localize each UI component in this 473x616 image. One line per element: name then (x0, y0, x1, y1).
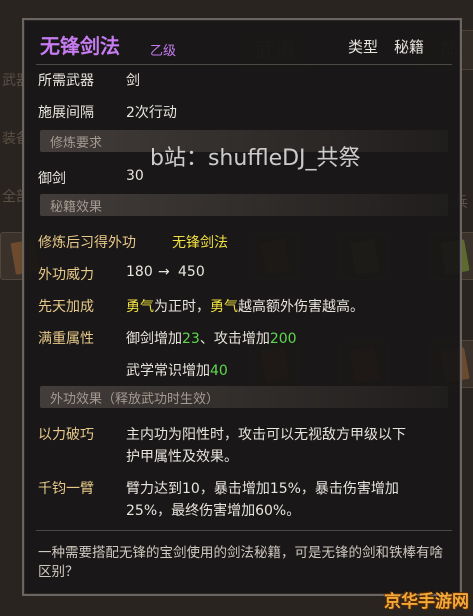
skill1-line-2: 护甲属性及效果。 (126, 449, 238, 465)
type-label: 类型 (348, 38, 379, 56)
req-key: 御剑 (38, 171, 66, 187)
skill-grade: 乙级 (150, 44, 177, 59)
skill1-line-1: 主内功为阳性时，攻击可以无视敌方甲级以下 (126, 427, 406, 443)
divider (36, 530, 452, 531)
cast-interval-key: 施展间隔 (38, 105, 94, 121)
skill-title: 无锋剑法 (40, 34, 120, 58)
tooltip-header: 无锋剑法 乙级 类型 秘籍 (36, 26, 452, 62)
full-line-1: 御剑增加23、攻击增加200 (126, 331, 297, 347)
skill-tooltip: 无锋剑法 乙级 类型 秘籍 所需武器 剑 施展间隔 2次行动 修炼要求 御剑 3… (22, 18, 462, 596)
skill2-key: 千钧一臂 (38, 481, 94, 497)
watermark-text: b站：shuffleDJ_共祭 (150, 146, 361, 171)
divider (36, 64, 452, 65)
innate-text: 勇气为正时，勇气越高额外伤害越高。 (126, 299, 364, 315)
skill2-line-1: 臂力达到10，暴击增加15%，暴击伤害增加 (126, 481, 399, 497)
full-key: 满重属性 (38, 331, 94, 347)
innate-key: 先天加成 (38, 299, 94, 315)
skill1-key: 以力破巧 (38, 427, 94, 443)
power-to: 450 (178, 264, 205, 280)
full-line-2: 武学常识增加40 (126, 363, 228, 379)
cast-interval-value: 2次行动 (126, 105, 177, 121)
req-value: 30 (126, 168, 144, 184)
section-outer-effects: 外功效果（释放武功时生效） (40, 386, 448, 408)
learn-key: 修炼后习得外功 (38, 235, 136, 251)
power-from: 180 (126, 264, 153, 280)
site-logo: 京华手游网 (384, 592, 469, 612)
skill2-line-2: 25%，最终伤害增加60%。 (126, 503, 301, 519)
type-value: 秘籍 (394, 38, 425, 56)
power-key: 外功威力 (38, 267, 94, 283)
required-weapon-key: 所需武器 (38, 73, 94, 89)
required-weapon-value: 剑 (126, 73, 140, 89)
power-arrow-icon: → (158, 264, 170, 280)
section-effects: 秘籍效果 (40, 194, 448, 216)
item-description: 一种需要搭配无锋的宝剑使用的剑法秘籍，可是无锋的剑和铁棒有啥区别？ (38, 545, 443, 580)
learn-value: 无锋剑法 (172, 235, 228, 251)
